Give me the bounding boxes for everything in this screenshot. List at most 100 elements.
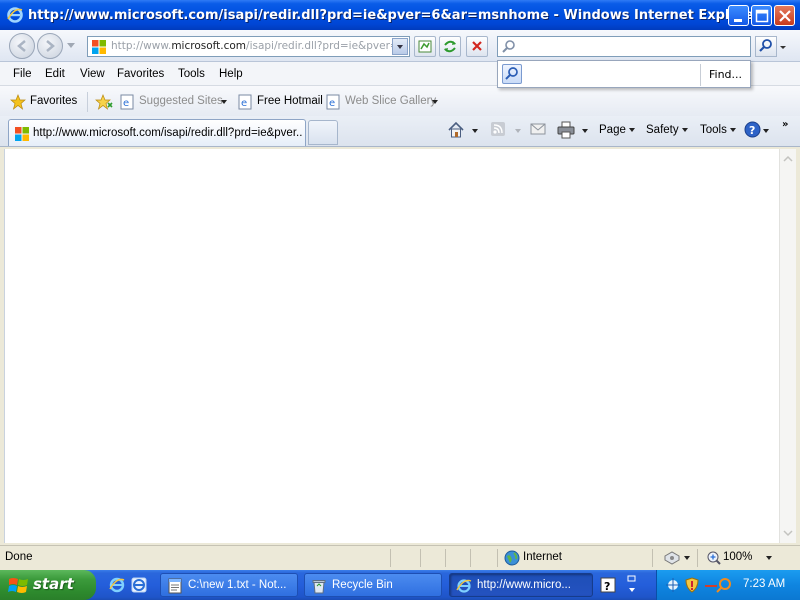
- address-dropdown-button[interactable]: [392, 38, 408, 55]
- add-to-favorites-bar-icon[interactable]: [95, 94, 113, 110]
- more-commands-chevron-icon[interactable]: »: [782, 119, 788, 130]
- search-options-dropdown-icon[interactable]: [777, 36, 789, 57]
- feeds-dropdown-icon[interactable]: [515, 129, 521, 133]
- maximize-button[interactable]: [751, 5, 772, 26]
- page-menu-button[interactable]: Page: [599, 124, 635, 136]
- status-divider: [497, 549, 498, 567]
- scroll-up-arrow-icon[interactable]: [781, 152, 795, 166]
- search-provider-button[interactable]: [502, 64, 522, 84]
- forward-arrow-icon: [46, 40, 55, 52]
- page-menu-label: Page: [599, 124, 626, 136]
- tray-security-shield-icon[interactable]: [684, 577, 700, 593]
- search-go-button[interactable]: [755, 36, 777, 57]
- system-tray: 7:23 AM: [656, 570, 800, 600]
- close-button[interactable]: [774, 5, 795, 26]
- svg-text:e: e: [123, 98, 129, 109]
- suggested-sites-link[interactable]: Suggested Sites: [139, 95, 223, 107]
- menu-edit[interactable]: Edit: [45, 68, 65, 80]
- chevron-down-icon: [397, 45, 403, 49]
- quick-launch-ie-icon[interactable]: [108, 576, 126, 594]
- recent-pages-dropdown-icon[interactable]: [67, 43, 75, 49]
- suggested-sites-dropdown-icon[interactable]: [221, 100, 227, 104]
- status-divider: [420, 549, 421, 567]
- tray-search-icon[interactable]: [704, 577, 736, 593]
- home-icon[interactable]: [447, 121, 465, 139]
- taskbar: start C:\new 1.txt - Not... Recycle Bin …: [0, 570, 800, 600]
- taskbar-button-recycle-bin[interactable]: Recycle Bin: [304, 573, 442, 597]
- menu-help[interactable]: Help: [219, 68, 243, 80]
- read-mail-icon[interactable]: [530, 121, 546, 137]
- tray-network-icon[interactable]: [665, 577, 681, 593]
- address-toolbar: http://www.microsoft.com/isapi/redir.dll…: [0, 30, 800, 83]
- help-icon[interactable]: ?: [600, 577, 616, 593]
- recycle-bin-icon: [312, 580, 326, 594]
- microsoft-favicon: [92, 40, 106, 54]
- forward-button[interactable]: [37, 33, 63, 59]
- menu-favorites[interactable]: Favorites: [117, 68, 164, 80]
- menu-file[interactable]: File: [13, 68, 32, 80]
- chevron-down-icon: [729, 127, 736, 132]
- status-divider: [652, 549, 653, 567]
- tools-menu-button[interactable]: Tools: [700, 124, 736, 136]
- status-text: Done: [5, 551, 33, 563]
- favorites-bar: Favorites e Suggested Sites e Free Hotma…: [0, 86, 800, 116]
- vertical-scrollbar[interactable]: [779, 149, 796, 543]
- scroll-down-arrow-icon[interactable]: [781, 526, 795, 540]
- compatibility-view-icon: [418, 40, 432, 53]
- minimize-button[interactable]: [728, 5, 749, 26]
- search-input[interactable]: [497, 36, 751, 57]
- free-hotmail-link[interactable]: Free Hotmail: [257, 95, 323, 107]
- zoom-dropdown-icon[interactable]: [766, 556, 772, 560]
- taskbar-button-notepad[interactable]: C:\new 1.txt - Not...: [160, 573, 298, 597]
- web-slice-gallery-link[interactable]: Web Slice Gallery: [345, 95, 436, 107]
- status-bar: Done Internet 100%: [0, 545, 800, 569]
- stop-button[interactable]: [466, 36, 488, 57]
- refresh-button[interactable]: [439, 36, 461, 57]
- web-slice-gallery-dropdown-icon[interactable]: [432, 100, 438, 104]
- address-url[interactable]: http://www.microsoft.com/isapi/redir.dll…: [111, 40, 396, 52]
- taskbar-button-internet-explorer[interactable]: http://www.micro...: [449, 573, 593, 597]
- taskbar-button-label: http://www.micro...: [477, 579, 571, 591]
- status-divider: [445, 549, 446, 567]
- ie-page-icon: e: [326, 94, 340, 110]
- help-dropdown-icon[interactable]: [763, 129, 769, 133]
- taskbar-clock[interactable]: 7:23 AM: [743, 578, 785, 590]
- url-host: microsoft.com: [171, 40, 247, 52]
- security-zone[interactable]: Internet: [523, 551, 562, 563]
- protected-mode-icon[interactable]: [663, 551, 681, 565]
- new-tab-button[interactable]: [308, 120, 338, 145]
- find-on-page-link[interactable]: Find...: [709, 68, 742, 81]
- browser-tab-active[interactable]: http://www.microsoft.com/isapi/redir.dll…: [8, 119, 306, 146]
- zoom-level[interactable]: 100%: [723, 551, 752, 563]
- compatibility-view-button[interactable]: [414, 36, 436, 57]
- safety-menu-button[interactable]: Safety: [646, 124, 688, 136]
- microsoft-favicon: [15, 127, 29, 141]
- favorites-button[interactable]: Favorites: [30, 95, 77, 107]
- refresh-icon: [444, 40, 456, 53]
- menu-tools[interactable]: Tools: [178, 68, 205, 80]
- help-icon[interactable]: ?: [744, 121, 761, 138]
- address-bar[interactable]: http://www.microsoft.com/isapi/redir.dll…: [87, 36, 410, 57]
- svg-text:e: e: [241, 98, 247, 109]
- print-icon[interactable]: [557, 121, 575, 139]
- menu-view[interactable]: View: [80, 68, 105, 80]
- print-dropdown-icon[interactable]: [582, 129, 588, 133]
- status-divider: [390, 549, 391, 567]
- internet-explorer-icon: [456, 579, 472, 593]
- taskbar-scroll-arrows-icon[interactable]: [625, 574, 639, 596]
- close-icon: [779, 10, 791, 22]
- quick-launch-ie-icon[interactable]: [130, 576, 148, 594]
- ie-page-icon: e: [120, 94, 134, 110]
- feeds-icon[interactable]: [490, 121, 506, 137]
- svg-text:?: ?: [749, 124, 755, 137]
- tab-title: http://www.microsoft.com/isapi/redir.dll…: [33, 127, 303, 139]
- back-button[interactable]: [9, 33, 35, 59]
- start-button[interactable]: start: [0, 570, 96, 600]
- search-suggestions-popup: Find...: [497, 60, 751, 88]
- search-icon: [502, 40, 515, 53]
- protected-mode-dropdown-icon[interactable]: [684, 556, 690, 560]
- home-dropdown-icon[interactable]: [472, 129, 478, 133]
- page-content-area[interactable]: [4, 149, 780, 543]
- url-prefix: http://www.: [111, 40, 172, 52]
- title-bar[interactable]: http://www.microsoft.com/isapi/redir.dll…: [0, 0, 800, 30]
